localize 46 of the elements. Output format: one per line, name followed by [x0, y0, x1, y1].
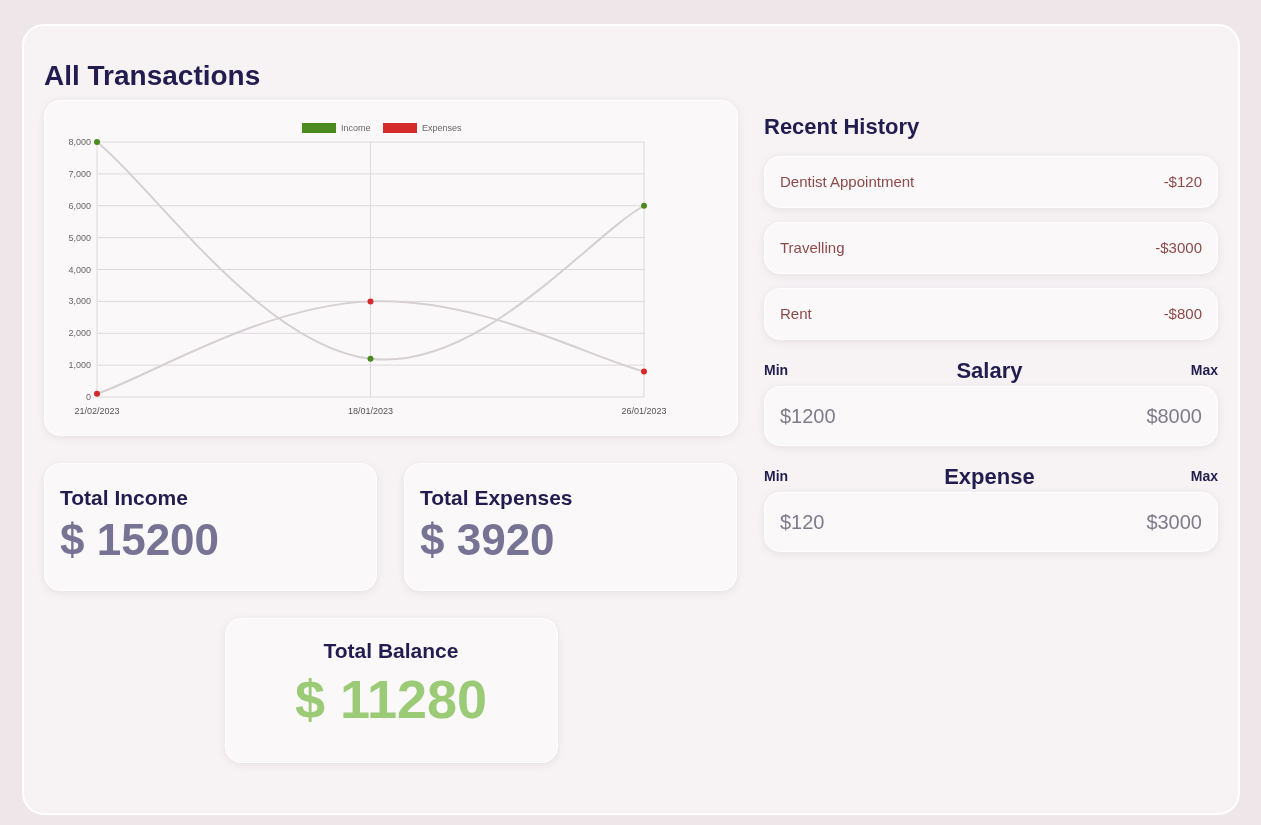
range-max: $8000	[1146, 404, 1202, 429]
history-amount: -$800	[1163, 303, 1202, 324]
data-point	[641, 202, 647, 209]
range-max: $3000	[1146, 510, 1202, 535]
max-label: Max	[1190, 466, 1218, 486]
legend-swatch	[383, 123, 417, 133]
y-tick-label: 6,000	[68, 200, 91, 211]
range-title: Salary	[956, 356, 1023, 385]
data-point	[94, 390, 100, 397]
total-label: Total Expenses	[420, 485, 574, 511]
x-tick-label: 26/01/2023	[621, 406, 667, 416]
data-point	[641, 368, 647, 375]
legend-label: Expenses	[422, 123, 462, 133]
y-tick-label: 2,000	[68, 328, 91, 339]
range-title: Expense	[944, 462, 1035, 491]
history-amount: -$120	[1163, 171, 1202, 192]
history-name: Dentist Appointment	[780, 171, 915, 192]
total-value: $ 15200	[60, 513, 221, 566]
data-point	[367, 355, 374, 362]
history-name: Travelling	[780, 237, 845, 258]
total-value: $ 3920	[420, 513, 556, 566]
y-tick-label: 3,000	[68, 296, 91, 307]
total-label: Total Income	[60, 485, 189, 511]
min-label: Min	[764, 360, 789, 380]
range-min: $1200	[780, 404, 836, 429]
y-tick-label: 4,000	[68, 264, 91, 275]
y-tick-label: 1,000	[68, 360, 91, 371]
balance-value: $ 11280	[294, 667, 488, 731]
y-tick-label: 5,000	[68, 232, 91, 243]
data-point	[94, 139, 100, 145]
history-amount: -$3000	[1155, 237, 1202, 258]
x-tick-label: 21/02/2023	[74, 406, 120, 416]
history-title: Recent History	[764, 113, 921, 141]
min-label: Min	[764, 466, 789, 486]
page-title: All Transactions	[44, 59, 262, 93]
history-name: Rent	[780, 303, 812, 324]
x-tick-label: 18/01/2023	[348, 406, 393, 416]
max-label: Max	[1190, 360, 1218, 380]
y-tick-label: 7,000	[68, 168, 91, 179]
y-tick-label: 0	[86, 392, 91, 402]
data-point	[367, 298, 374, 305]
y-tick-label: 8,000	[68, 137, 91, 147]
legend-label: Income	[341, 123, 371, 133]
balance-label: Total Balance	[323, 638, 459, 664]
range-min: $120	[780, 510, 825, 535]
legend-swatch	[302, 123, 336, 133]
